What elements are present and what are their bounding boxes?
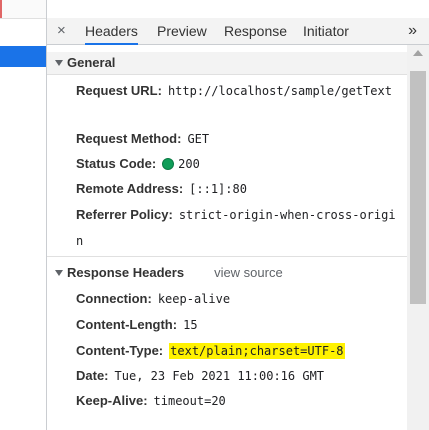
connection-key: Connection: <box>76 291 152 306</box>
referrer-policy-key: Referrer Policy: <box>76 207 173 222</box>
request-list-pane <box>0 0 46 430</box>
response-headers-title: Response Headers <box>67 265 185 280</box>
selected-request-row[interactable] <box>0 46 46 67</box>
general-section-header[interactable]: General <box>47 52 407 75</box>
request-url-row: Request URL: http://localhost/sample/getT… <box>76 78 401 104</box>
timeline-marker <box>0 0 2 18</box>
content-length-row: Content-Length: 15 <box>76 315 401 335</box>
more-tabs-icon[interactable]: » <box>408 19 417 43</box>
chevron-down-icon <box>55 269 63 276</box>
close-icon[interactable]: × <box>57 22 66 40</box>
tab-headers[interactable]: Headers <box>85 18 138 45</box>
view-source-link[interactable]: view source <box>214 265 283 280</box>
request-method-row: Request Method: GET <box>76 129 401 149</box>
tab-response[interactable]: Response <box>224 18 287 44</box>
request-url-value: http://localhost/sample/getText <box>167 84 392 98</box>
scroll-thumb[interactable] <box>410 71 426 304</box>
tab-preview[interactable]: Preview <box>157 18 207 44</box>
date-value: Tue, 23 Feb 2021 11:00:16 GMT <box>114 369 325 383</box>
status-ok-icon <box>162 157 175 170</box>
general-title: General <box>67 55 116 70</box>
chevron-down-icon <box>55 59 63 66</box>
content-type-key: Content-Type: <box>76 343 164 358</box>
tab-initiator[interactable]: Initiator <box>303 18 349 44</box>
request-method-value: GET <box>187 132 210 146</box>
headers-panel: General Request URL: http://localhost/sam… <box>47 45 407 430</box>
date-row: Date: Tue, 23 Feb 2021 11:00:16 GMT <box>76 366 401 386</box>
response-headers-section-header[interactable]: Response Headers view source <box>47 262 407 284</box>
referrer-policy-row: Referrer Policy: strict-origin-when-cross… <box>76 202 401 254</box>
remote-address-value: [::1]:80 <box>189 182 247 196</box>
keep-alive-key: Keep-Alive: <box>76 393 148 408</box>
content-type-value: text/plain;charset=UTF-8 <box>169 343 345 359</box>
status-code-key: Status Code: <box>76 156 157 171</box>
keep-alive-value: timeout=20 <box>153 394 226 408</box>
keep-alive-row: Keep-Alive: timeout=20 <box>76 391 401 411</box>
request-method-key: Request Method: <box>76 131 182 146</box>
section-divider <box>47 256 407 257</box>
vertical-scrollbar[interactable] <box>407 45 429 430</box>
connection-value: keep-alive <box>157 292 231 306</box>
status-code-row: Status Code: 200 <box>76 154 401 174</box>
date-key: Date: <box>76 368 109 383</box>
remote-address-row: Remote Address: [::1]:80 <box>76 179 401 199</box>
status-code-value: 200 <box>178 157 200 171</box>
detail-tabbar: × Headers Preview Response Initiator » <box>47 18 429 45</box>
content-type-row: Content-Type: text/plain;charset=UTF-8 <box>76 341 401 361</box>
request-url-key: Request URL: <box>76 83 162 98</box>
scroll-up-icon[interactable] <box>413 50 423 56</box>
timeline-strip <box>0 0 46 19</box>
remote-address-key: Remote Address: <box>76 181 184 196</box>
connection-row: Connection: keep-alive <box>76 289 401 309</box>
content-length-value: 15 <box>183 318 198 332</box>
content-length-key: Content-Length: <box>76 317 178 332</box>
